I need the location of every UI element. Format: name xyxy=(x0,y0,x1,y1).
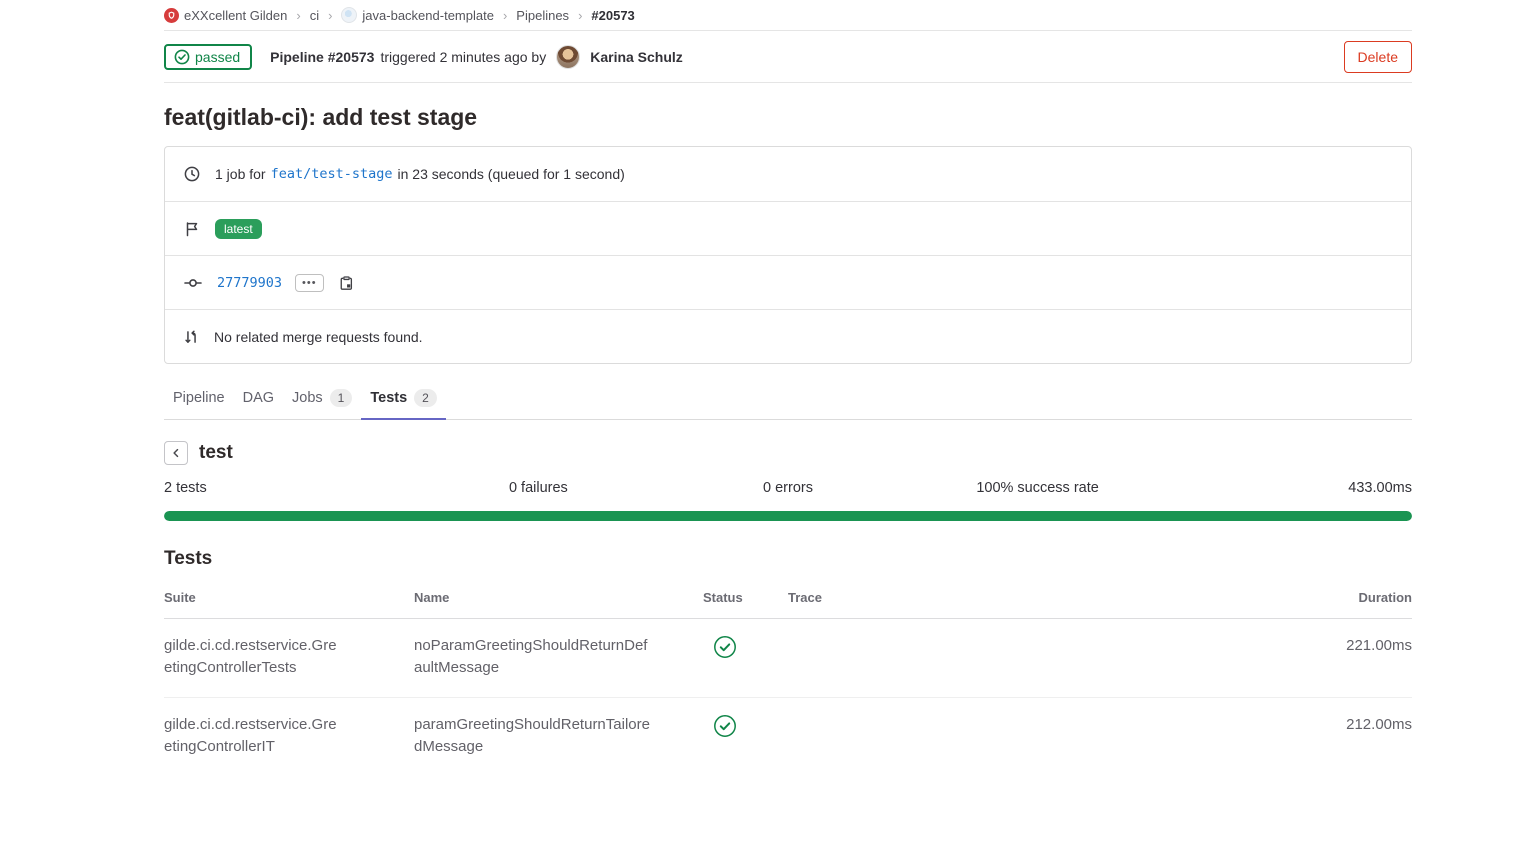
breadcrumb-item-label: java-backend-template xyxy=(362,8,494,23)
test-suite-header: test xyxy=(164,441,1412,465)
column-header-status: Status xyxy=(703,590,788,605)
test-status-passed-icon xyxy=(703,635,788,678)
pipeline-info-card: 1 job for feat/test-stage in 23 seconds … xyxy=(164,146,1412,364)
tab-tests[interactable]: Tests 2 xyxy=(361,378,446,420)
tab-jobs[interactable]: Jobs 1 xyxy=(283,378,361,420)
success-progress-bar-fill xyxy=(164,511,1412,521)
column-header-suite: Suite xyxy=(164,590,414,605)
test-duration-cell: 221.00ms xyxy=(1302,635,1412,678)
job-count-text: 1 job for xyxy=(215,166,266,182)
tests-section-heading: Tests xyxy=(164,548,1412,570)
branch-ref-link[interactable]: feat/test-stage xyxy=(271,166,393,182)
test-suite-cell: gilde.ci.cd.restservice.GreetingControll… xyxy=(164,714,414,757)
group-shield-icon xyxy=(164,8,179,23)
test-status-passed-icon xyxy=(703,714,788,757)
tab-label: Tests xyxy=(370,390,407,406)
tab-label: Jobs xyxy=(292,390,323,406)
breadcrumb-subgroup-link[interactable]: ci xyxy=(310,8,319,23)
expand-commit-message-button[interactable]: ••• xyxy=(295,274,324,292)
pipeline-tabs: Pipeline DAG Jobs 1 Tests 2 xyxy=(164,378,1412,420)
no-merge-requests-text: No related merge requests found. xyxy=(214,329,423,345)
tab-pipeline[interactable]: Pipeline xyxy=(164,378,234,420)
pipeline-summary-text: Pipeline #20573 triggered 2 minutes ago … xyxy=(270,45,683,69)
pipeline-status-badge[interactable]: passed xyxy=(164,44,252,70)
breadcrumb-separator-icon: › xyxy=(578,8,582,23)
breadcrumb-group-link[interactable]: eXXcellent Gilden xyxy=(164,8,287,23)
stat-errors: 0 errors xyxy=(663,480,913,496)
clock-icon xyxy=(184,166,200,182)
test-duration-cell: 212.00ms xyxy=(1302,714,1412,757)
column-header-duration: Duration xyxy=(1302,590,1412,605)
job-summary-row: 1 job for feat/test-stage in 23 seconds … xyxy=(165,147,1411,201)
pipeline-triggered-text: triggered 2 minutes ago by xyxy=(380,49,546,65)
test-trace-cell xyxy=(788,635,1302,678)
job-duration-text: in 23 seconds (queued for 1 second) xyxy=(398,166,625,182)
status-badge-label: passed xyxy=(195,49,240,65)
commit-row: 27779903 ••• xyxy=(165,255,1411,309)
column-header-name: Name xyxy=(414,590,703,605)
test-suite-cell: gilde.ci.cd.restservice.GreetingControll… xyxy=(164,635,414,678)
copy-commit-sha-button[interactable] xyxy=(339,275,354,291)
stat-tests: 2 tests xyxy=(164,480,414,496)
breadcrumb-item-label: Pipelines xyxy=(516,8,569,23)
project-avatar xyxy=(341,7,357,23)
tests-count-badge: 2 xyxy=(414,389,437,407)
test-suite-name: test xyxy=(199,442,233,464)
test-trace-cell xyxy=(788,714,1302,757)
breadcrumb-item-label: eXXcellent Gilden xyxy=(184,8,287,23)
stat-total-duration: 433.00ms xyxy=(1162,480,1412,496)
merge-requests-row: No related merge requests found. xyxy=(165,309,1411,363)
commit-icon xyxy=(184,275,202,291)
breadcrumb-separator-icon: › xyxy=(328,8,332,23)
commit-title: feat(gitlab-ci): add test stage xyxy=(164,104,1412,131)
test-suite-stats: 2 tests 0 failures 0 errors 100% success… xyxy=(164,480,1412,496)
user-avatar[interactable] xyxy=(556,45,580,69)
column-header-trace: Trace xyxy=(788,590,1302,605)
pipeline-id-label: Pipeline #20573 xyxy=(270,49,374,65)
test-name-cell: noParamGreetingShouldReturnDefaultMessag… xyxy=(414,635,703,678)
merge-request-icon xyxy=(184,329,199,345)
stat-success-rate: 100% success rate xyxy=(913,480,1163,496)
success-progress-bar xyxy=(164,511,1412,521)
commit-sha-link[interactable]: 27779903 xyxy=(217,275,282,291)
status-passed-icon xyxy=(174,49,190,65)
breadcrumb: eXXcellent Gilden › ci › java-backend-te… xyxy=(164,0,1412,31)
breadcrumb-separator-icon: › xyxy=(503,8,507,23)
breadcrumb-item-label: ci xyxy=(310,8,319,23)
user-name-link[interactable]: Karina Schulz xyxy=(590,49,683,65)
jobs-count-badge: 1 xyxy=(330,389,353,407)
tab-label: DAG xyxy=(243,390,274,406)
latest-badge[interactable]: latest xyxy=(215,219,262,239)
job-summary-text: 1 job for feat/test-stage in 23 seconds … xyxy=(215,166,625,182)
delete-pipeline-button[interactable]: Delete xyxy=(1344,41,1412,73)
breadcrumb-pipeline-id: #20573 xyxy=(591,8,634,23)
test-name-cell: paramGreetingShouldReturnTailoredMessage xyxy=(414,714,703,757)
breadcrumb-pipelines-link[interactable]: Pipelines xyxy=(516,8,569,23)
flag-icon xyxy=(184,221,200,237)
pipeline-header: passed Pipeline #20573 triggered 2 minut… xyxy=(164,31,1412,83)
breadcrumb-project-link[interactable]: java-backend-template xyxy=(341,7,494,23)
tab-dag[interactable]: DAG xyxy=(234,378,283,420)
latest-badge-row: latest xyxy=(165,201,1411,255)
tab-label: Pipeline xyxy=(173,390,225,406)
tests-table-header: Suite Name Status Trace Duration xyxy=(164,576,1412,619)
table-row: gilde.ci.cd.restservice.GreetingControll… xyxy=(164,619,1412,698)
breadcrumb-separator-icon: › xyxy=(296,8,300,23)
stat-failures: 0 failures xyxy=(414,480,664,496)
table-row: gilde.ci.cd.restservice.GreetingControll… xyxy=(164,698,1412,776)
back-button[interactable] xyxy=(164,441,188,465)
